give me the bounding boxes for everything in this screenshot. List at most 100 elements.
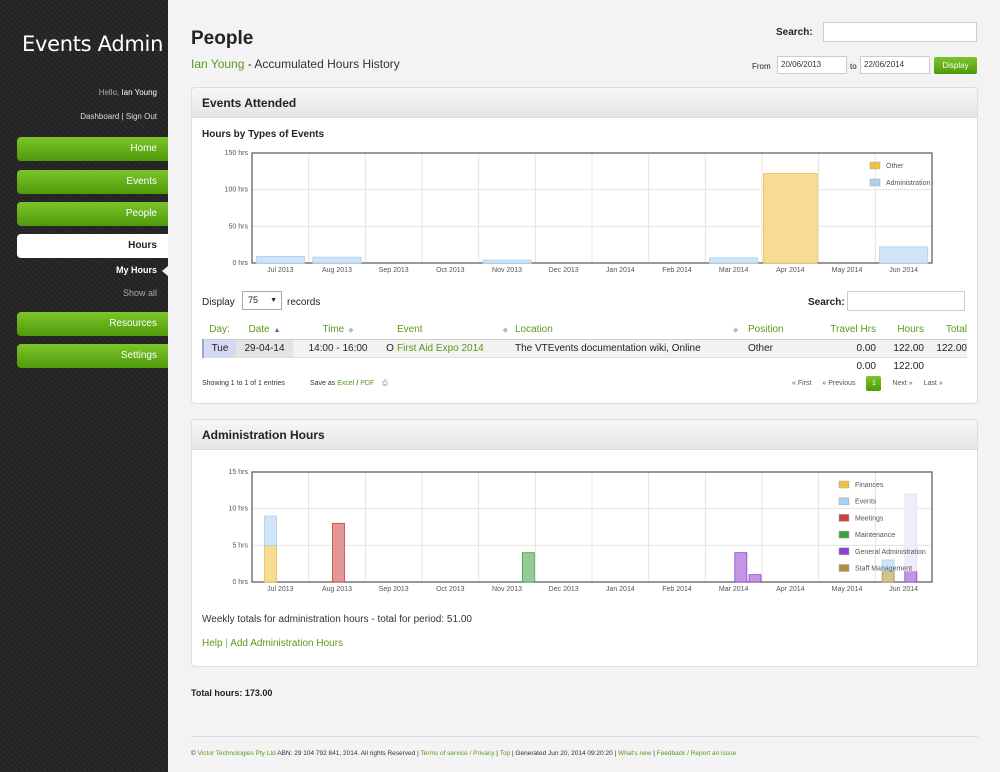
nav-my-hours[interactable]: My Hours <box>116 265 169 276</box>
column-flag <box>383 321 397 340</box>
legend-swatch <box>869 161 881 170</box>
pager-next[interactable]: Next » <box>892 380 912 387</box>
x-tick-label: Jan 2014 <box>606 267 635 274</box>
cell-time: 14:00 - 16:00 <box>293 339 383 358</box>
column-date[interactable]: Date ▲ <box>236 321 293 340</box>
search-input[interactable] <box>823 22 977 42</box>
table-search-label: Search: <box>808 297 845 308</box>
legend-swatch <box>838 564 850 572</box>
pager-last[interactable]: Last » <box>924 380 943 387</box>
sidebar: Events Admin Hello, Ian Young Dashboard … <box>0 0 169 772</box>
y-tick-label: 0 hrs <box>232 579 248 586</box>
column-day[interactable]: Day: <box>203 321 236 340</box>
legend-swatch <box>838 530 850 539</box>
page-title: People <box>191 28 254 49</box>
footer-whats-new-link[interactable]: What's new <box>618 750 651 757</box>
legend-swatch <box>869 178 881 187</box>
user-links: Dashboard | Sign Out <box>80 112 157 121</box>
footer-top-link[interactable]: Top <box>500 750 510 757</box>
nav-hours[interactable]: Hours <box>17 234 168 258</box>
admin-bar-segment <box>734 552 748 583</box>
footer-feedback-link[interactable]: Feedback / Report an issue <box>657 750 737 757</box>
column-time[interactable]: Time ◆ <box>293 321 383 340</box>
footer-copyright-icon: © <box>191 750 196 757</box>
bar-administration <box>709 257 759 264</box>
weekly-total-text: Weekly totals for administration hours -… <box>202 614 472 625</box>
table-search-input[interactable] <box>847 291 965 311</box>
x-tick-label: Jul 2013 <box>267 586 294 593</box>
x-tick-label: Feb 2014 <box>662 267 692 274</box>
table-info: Showing 1 to 1 of 1 entries <box>202 380 285 387</box>
add-admin-hours-link[interactable]: Add Administration Hours <box>230 638 343 649</box>
admin-bar-segment <box>332 522 345 583</box>
nav-settings[interactable]: Settings <box>17 344 168 368</box>
sort-asc-icon: ▲ <box>273 327 281 335</box>
cell-date: 29-04-14 <box>236 339 293 358</box>
save-as-label: Save as <box>310 380 336 387</box>
sign-out-link[interactable]: Sign Out <box>126 112 157 121</box>
admin-bar-segment <box>904 570 918 583</box>
nav-people[interactable]: People <box>17 202 168 226</box>
records-per-page-select[interactable]: 75 ▼ <box>242 291 282 310</box>
events-table: Day: Date ▲ Time ◆ Event ◆ Location ◆ Positi… <box>202 321 967 375</box>
cell-event-link[interactable]: First Aid Expo 2014 <box>397 339 515 358</box>
table-row[interactable]: Tue 29-04-14 14:00 - 16:00 O First Aid E… <box>202 339 967 358</box>
sort-icon: ◆ <box>348 327 354 335</box>
cell-location: The VTEvents documentation wiki, Online <box>515 339 748 358</box>
print-icon[interactable]: ⎙ <box>382 380 388 387</box>
nav-home[interactable]: Home <box>17 137 168 161</box>
display-button[interactable]: Display <box>934 57 977 74</box>
cell-day: Tue <box>202 339 236 358</box>
footer-divider <box>191 736 978 737</box>
export-excel-link[interactable]: Excel <box>337 380 354 387</box>
dashboard-link[interactable]: Dashboard <box>80 112 119 121</box>
x-tick-label: Aug 2013 <box>322 267 352 274</box>
greeting-text: Hello, <box>98 88 120 97</box>
from-date-input[interactable]: 20/06/2013 <box>777 56 847 74</box>
admin-bar-segment <box>521 552 535 583</box>
nav-events[interactable]: Events <box>17 170 168 194</box>
sort-icon: ◆ <box>732 327 739 335</box>
footer-terms-link[interactable]: Terms of service / Privacy <box>420 750 494 757</box>
legend-swatch <box>838 547 850 556</box>
column-label: Position <box>748 324 784 336</box>
x-tick-label: Oct 2013 <box>436 586 465 593</box>
caret-down-icon: ▼ <box>270 297 277 304</box>
column-label: Hours <box>897 324 924 336</box>
pager-page-1[interactable]: 1 <box>866 376 882 391</box>
footer-company-link[interactable]: Victor Technologies Pty Ltd <box>198 750 276 757</box>
help-link[interactable]: Help <box>202 638 223 649</box>
column-location[interactable]: Location ◆ <box>515 321 748 340</box>
x-tick-label: Jun 2014 <box>889 267 918 274</box>
total-hours-cell: 122.00 <box>893 360 924 372</box>
person-link[interactable]: Ian Young <box>191 57 244 71</box>
legend-label: General Administration <box>855 549 926 556</box>
x-tick-label: Jul 2013 <box>267 267 294 274</box>
column-label: Location <box>515 324 553 336</box>
pager-previous[interactable]: « Previous <box>822 380 855 387</box>
legend-swatch <box>838 514 850 522</box>
column-label: Day <box>209 324 227 336</box>
nav-show-all[interactable]: Show all <box>123 288 157 298</box>
bar-administration <box>255 256 305 264</box>
column-hours[interactable]: Hours <box>876 321 924 340</box>
column-position[interactable]: Position <box>748 321 818 340</box>
pager-first[interactable]: « First <box>792 380 811 387</box>
column-event[interactable]: Event ◆ <box>397 321 515 340</box>
column-total[interactable]: Total <box>924 321 967 340</box>
y-tick-label: 100 hrs <box>225 187 249 194</box>
column-travel[interactable]: Travel Hrs <box>818 321 876 340</box>
footer-abn: ABN: 29 104 792 841, 2014. All rights Re… <box>275 750 421 757</box>
admin-bar-segment <box>264 544 277 583</box>
bar-administration <box>879 246 929 264</box>
export-pdf-link[interactable]: PDF <box>360 380 374 387</box>
cell-travel: 0.00 <box>818 339 876 358</box>
x-tick-label: Apr 2014 <box>776 267 805 274</box>
administration-hours-chart: 0 hrs 5 hrs 10 hrs 15 hrs Jul 2013 Aug 2013 Se… <box>229 469 933 593</box>
to-date-input[interactable]: 22/06/2014 <box>860 56 930 74</box>
x-tick-label: Feb 2014 <box>662 586 692 593</box>
table-totals-row: 0.00 122.00 <box>203 357 967 375</box>
nav-resources[interactable]: Resources <box>17 312 168 336</box>
y-tick-label: 15 hrs <box>229 469 249 476</box>
events-attended-panel: Events Attended Hours by Types of Events… <box>191 87 978 404</box>
